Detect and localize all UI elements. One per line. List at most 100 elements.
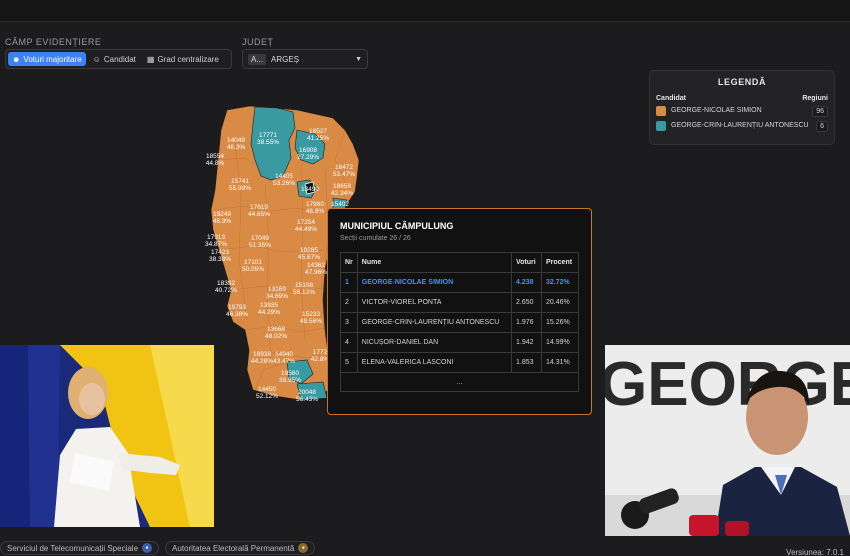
table-row: 5 ELENA-VALERICA LASCONI 1.853 14.31% bbox=[340, 352, 579, 373]
legend-item-antonescu[interactable]: GEORGE-CRIN-LAURENȚIU ANTONESCU 6 bbox=[656, 121, 828, 132]
region-votes: 17254 bbox=[296, 219, 316, 226]
cell-votes: 1.942 bbox=[511, 332, 542, 353]
region-percent: 41.25% bbox=[306, 135, 330, 142]
region-votes: 14362 bbox=[306, 262, 326, 269]
map-region-label: 17101 50.05% bbox=[242, 259, 264, 273]
cell-name: GEORGE-NICOLAE SIMION bbox=[356, 272, 513, 293]
region-percent: 48.9% bbox=[212, 218, 232, 225]
table-row-more: ... bbox=[340, 372, 579, 392]
photo-left-candidate bbox=[0, 345, 214, 527]
region-votes: 19285 bbox=[299, 247, 319, 254]
map-region-label: 18554 44.8% bbox=[206, 153, 224, 167]
legend-panel: LEGENDĂ Candidat Regiuni GEORGE-NICOLAE … bbox=[649, 70, 835, 145]
col-votes: Voturi bbox=[511, 252, 542, 273]
county-code: A... bbox=[248, 53, 267, 65]
photo-left-image bbox=[0, 345, 214, 527]
region-percent: 40.72% bbox=[214, 287, 238, 294]
map-region-label: 13935 44.29% bbox=[258, 302, 280, 316]
top-bar bbox=[0, 0, 850, 22]
map-region-label: 19249 48.9% bbox=[213, 211, 231, 225]
map-region-label: 19285 45.67% bbox=[298, 247, 320, 261]
region-percent: 44.28% bbox=[250, 358, 274, 365]
region-votes: 17423 bbox=[210, 249, 230, 256]
region-votes: 18527 bbox=[308, 128, 328, 135]
region-percent: 45.67% bbox=[297, 254, 321, 261]
region-votes: 16908 bbox=[298, 147, 318, 154]
photo-right-image: GEORGE SIMION bbox=[605, 345, 850, 536]
region-percent: 48.3% bbox=[226, 144, 246, 151]
option-candidat[interactable]: ☺ Candidat bbox=[89, 52, 140, 66]
more-rows-indicator: ... bbox=[340, 372, 579, 392]
map-region-label: 13169 34.69% bbox=[266, 286, 288, 300]
map-region-label: 17913 34.87% bbox=[205, 234, 227, 248]
region-votes: 17960 bbox=[305, 201, 325, 208]
cell-votes: 2.650 bbox=[511, 292, 542, 313]
aep-chip[interactable]: Autoritatea Electorală Permanentă ● bbox=[165, 541, 316, 555]
cell-name: NICUȘOR-DANIEL DAN bbox=[356, 332, 513, 353]
region-percent: 56.12% bbox=[292, 289, 316, 296]
legend-col-candidate: Candidat bbox=[656, 95, 686, 102]
region-votes: 17049 bbox=[250, 235, 270, 242]
region-percent: 50.05% bbox=[241, 266, 265, 273]
region-votes: 18392 bbox=[216, 280, 236, 287]
map-region-label: 14450 52.12% bbox=[256, 386, 278, 400]
region-votes: 17771 bbox=[258, 132, 278, 139]
option-voturi-majoritare[interactable]: ☻ Voturi majoritare bbox=[8, 52, 86, 66]
region-percent: 49.56% bbox=[299, 318, 323, 325]
cell-name: GEORGE-CRIN-LAURENȚIU ANTONESCU bbox=[356, 312, 513, 333]
region-votes: 13935 bbox=[259, 302, 279, 309]
map-region-label: 18527 41.25% bbox=[307, 128, 329, 142]
cell-percent: 14.99% bbox=[541, 332, 579, 353]
region-percent: 44.8% bbox=[205, 160, 225, 167]
region-votes: 14940 bbox=[274, 351, 294, 358]
option-grad-centralizare[interactable]: ▦ Grad centralizare bbox=[143, 52, 223, 66]
municipality-tooltip: MUNICIPIUL CÂMPULUNG Secții cumulate 26 … bbox=[327, 208, 592, 415]
cell-nr: 2 bbox=[340, 292, 358, 313]
map-region-label: 17619 44.65% bbox=[248, 204, 270, 218]
region-votes: 18658 bbox=[332, 183, 352, 190]
region-percent: 39.95% bbox=[278, 377, 302, 384]
col-percent: Procent bbox=[541, 252, 579, 273]
highlight-segmented-control: ☻ Voturi majoritare ☺ Candidat ▦ Grad ce… bbox=[5, 49, 232, 69]
region-votes: 13490 bbox=[300, 186, 320, 193]
cell-percent: 32.72% bbox=[541, 272, 579, 293]
chevron-down-icon: ▼ bbox=[355, 55, 362, 63]
table-row: 2 VICTOR-VIOREL PONTA 2.650 20.46% bbox=[340, 292, 579, 313]
table-header-row: Nr Nume Voturi Procent bbox=[340, 252, 579, 273]
map-region-label: 16908 27.29% bbox=[297, 147, 319, 161]
sts-logo-icon: ● bbox=[142, 543, 153, 553]
col-name: Nume bbox=[356, 252, 513, 273]
table-row: 1 GEORGE-NICOLAE SIMION 4.238 32.72% bbox=[340, 272, 579, 293]
region-votes: 17913 bbox=[206, 234, 226, 241]
region-percent: 38.55% bbox=[256, 139, 280, 146]
region-percent: 42.34% bbox=[330, 190, 354, 197]
cell-nr: 5 bbox=[340, 352, 358, 373]
county-select[interactable]: A... ARGEȘ ▼ bbox=[242, 49, 368, 69]
region-percent: 52.12% bbox=[255, 393, 279, 400]
cell-nr: 4 bbox=[340, 332, 358, 353]
cell-votes: 1.853 bbox=[511, 352, 542, 373]
footer-bar: Serviciul de Telecomunicații Speciale ● … bbox=[0, 540, 850, 556]
region-percent: 47.96% bbox=[304, 269, 328, 276]
legend-item-simion[interactable]: GEORGE-NICOLAE SIMION 96 bbox=[656, 106, 828, 117]
table-row: 3 GEORGE-CRIN-LAURENȚIU ANTONESCU 1.976 … bbox=[340, 312, 579, 333]
map-region-label: 14405 53.26% bbox=[273, 173, 295, 187]
cell-percent: 20.46% bbox=[541, 292, 579, 313]
region-votes: 15741 bbox=[230, 178, 250, 185]
region-votes: 14049 bbox=[226, 137, 246, 144]
region-percent: 56.43% bbox=[295, 396, 319, 403]
cell-votes: 4.238 bbox=[511, 272, 542, 293]
cell-name: VICTOR-VIOREL PONTA bbox=[356, 292, 513, 313]
county-label: JUDEȚ bbox=[242, 37, 274, 47]
county-value: ARGEȘ bbox=[271, 54, 300, 64]
calendar-icon: ▦ bbox=[146, 54, 155, 64]
photo-right-candidate: GEORGE SIMION bbox=[605, 345, 850, 536]
version-label: Versiunea: 7.0.1 bbox=[786, 548, 844, 556]
aep-label: Autoritatea Electorală Permanentă bbox=[172, 543, 295, 553]
region-votes: 13169 bbox=[267, 286, 287, 293]
sts-chip[interactable]: Serviciul de Telecomunicații Speciale ● bbox=[0, 541, 160, 555]
map-region-label: 15233 49.56% bbox=[300, 311, 322, 325]
region-percent: 53.47% bbox=[332, 171, 356, 178]
region-percent: 46.38% bbox=[225, 311, 249, 318]
map-region-label: 15108 56.12% bbox=[293, 282, 315, 296]
